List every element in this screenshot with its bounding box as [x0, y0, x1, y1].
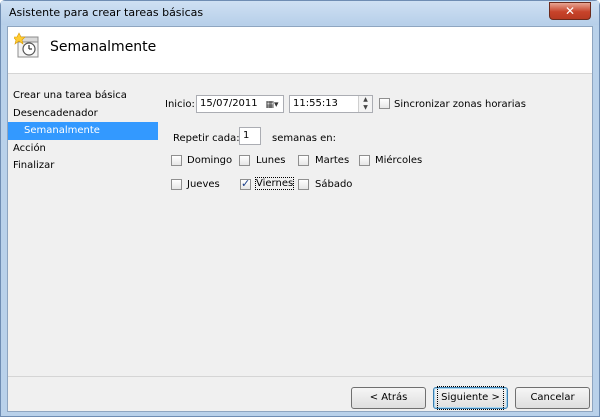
start-label: Inicio:	[165, 99, 195, 110]
step-finalizar[interactable]: Finalizar	[8, 157, 158, 175]
day-checkbox-viernes[interactable]	[240, 177, 251, 190]
day-label-sabado: Sábado	[315, 179, 353, 190]
back-button-label: < Atrás	[369, 392, 408, 403]
day-checkbox-jueves[interactable]	[171, 179, 182, 190]
title-bar[interactable]: Asistente para crear tareas básicas ✕	[1, 1, 599, 25]
time-spinner[interactable]: ▲ ▼	[358, 96, 372, 112]
repeat-suffix: semanas en:	[272, 133, 336, 144]
wizard-steps: Crear una tarea básica Desencadenador Se…	[8, 87, 158, 175]
day-label-martes: Martes	[315, 155, 350, 166]
cancel-button[interactable]: Cancelar	[515, 387, 590, 409]
back-button[interactable]: < Atrás	[351, 387, 426, 409]
day-label-domingo: Domingo	[187, 155, 233, 166]
spinner-up-icon[interactable]: ▲	[359, 96, 372, 104]
day-checkbox-lunes[interactable]	[239, 155, 250, 166]
start-time-value: 11:55:13	[293, 98, 338, 109]
day-label-viernes: Viernes	[254, 177, 295, 190]
day-label-lunes: Lunes	[256, 155, 286, 166]
step-desencadenador[interactable]: Desencadenador	[8, 105, 158, 123]
wizard-window: Asistente para crear tareas básicas ✕ Se…	[0, 0, 600, 417]
next-button-label: Siguiente >	[437, 386, 504, 410]
close-icon: ✕	[564, 4, 576, 18]
start-date-value: 15/07/2011	[200, 98, 258, 109]
window-title: Asistente para crear tareas básicas	[9, 6, 204, 19]
start-time-field[interactable]: 11:55:13 ▲ ▼	[289, 95, 373, 113]
day-checkbox-miercoles[interactable]	[359, 155, 370, 166]
day-checkbox-martes[interactable]	[298, 155, 309, 166]
step-accion[interactable]: Acción	[8, 140, 158, 158]
spinner-down-icon[interactable]: ▼	[359, 104, 372, 112]
step-crear-tarea[interactable]: Crear una tarea básica	[8, 87, 158, 105]
repeat-label: Repetir cada:	[173, 133, 240, 144]
repeat-weeks-input[interactable]: 1	[239, 127, 261, 145]
sync-timezones-label: Sincronizar zonas horarias	[394, 99, 526, 110]
next-button[interactable]: Siguiente >	[433, 386, 508, 410]
step-semanalmente[interactable]: Semanalmente	[8, 122, 158, 140]
footer-separator	[8, 376, 592, 377]
page-title: Semanalmente	[50, 39, 157, 55]
day-label-miercoles: Miércoles	[375, 155, 423, 166]
day-label-jueves: Jueves	[187, 179, 220, 190]
cancel-button-label: Cancelar	[530, 392, 575, 403]
calendar-dropdown-icon[interactable]: ▦▾	[261, 97, 283, 113]
start-date-field[interactable]: 15/07/2011 ▦▾	[196, 95, 284, 113]
sync-timezones-checkbox[interactable]	[379, 98, 390, 109]
wizard-header: Semanalmente	[8, 27, 592, 74]
calendar-clock-icon	[14, 32, 39, 58]
day-checkbox-sabado[interactable]	[298, 179, 309, 190]
repeat-weeks-value: 1	[243, 130, 250, 141]
wizard-client: Semanalmente Crear una tarea básica Dese…	[7, 26, 593, 412]
day-checkbox-domingo[interactable]	[171, 155, 182, 166]
close-button[interactable]: ✕	[549, 2, 591, 20]
